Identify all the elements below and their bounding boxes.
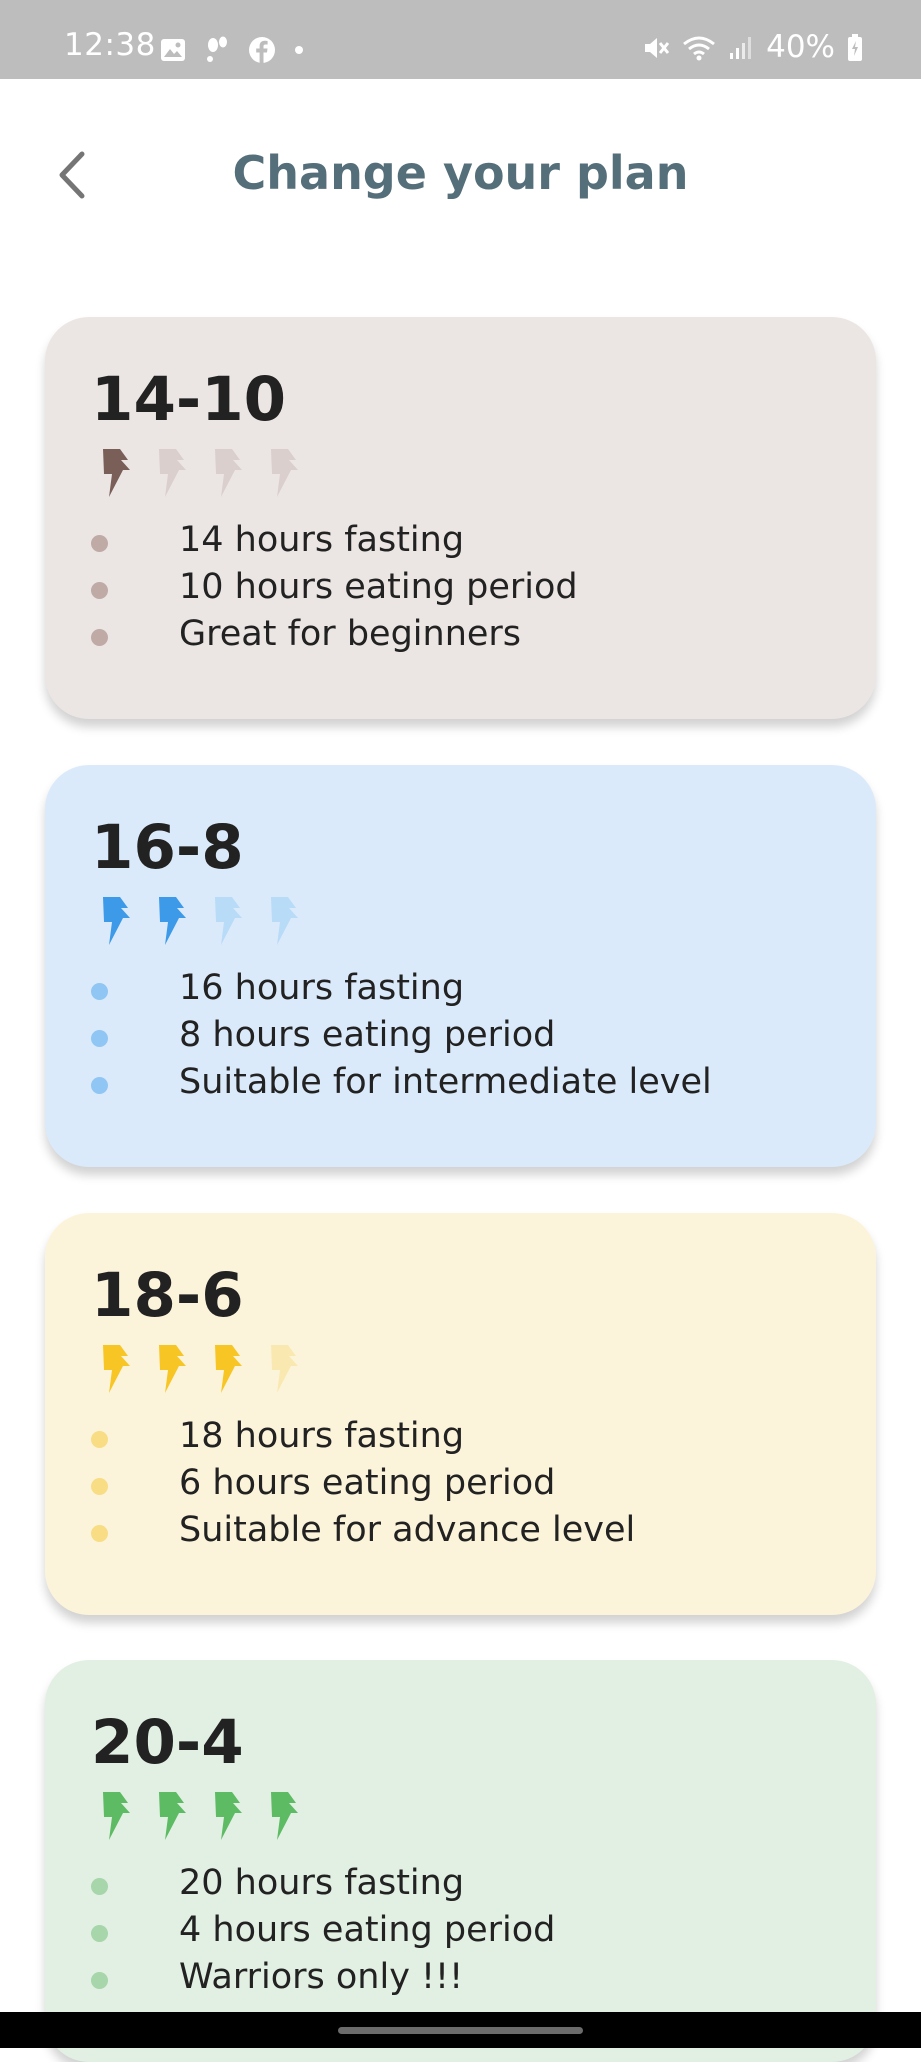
lightning-bolt-icon: [271, 1345, 298, 1393]
intensity-rating: [101, 897, 301, 945]
bullet-dot: [91, 1478, 108, 1495]
feature-list: 14 hours fasting 10 hours eating period …: [91, 517, 578, 658]
plan-card-18-6[interactable]: 18-6 18 hours fasting 6 hours eating per…: [45, 1213, 876, 1615]
feature-text: Warriors only !!!: [179, 1957, 464, 1997]
status-notification-icons: [160, 36, 304, 64]
lightning-bolt-icon: [215, 1792, 242, 1840]
feature-text: 20 hours fasting: [179, 1863, 465, 1903]
battery-icon: [848, 33, 862, 61]
lightning-bolt-icon: [103, 449, 130, 497]
feature-text: 16 hours fasting: [179, 968, 465, 1008]
feature-text: Great for beginners: [179, 614, 522, 654]
plan-card-14-10[interactable]: 14-10 14 hours fasting 10 hours eating p…: [45, 317, 876, 719]
bullet-dot: [91, 983, 108, 1000]
home-indicator[interactable]: [338, 2027, 583, 2034]
facebook-icon: [249, 37, 275, 63]
bullet-dot: [91, 1431, 108, 1448]
plan-name: 14-10: [91, 364, 287, 435]
plan-name: 16-8: [91, 812, 244, 883]
feature-list: 16 hours fasting 8 hours eating period S…: [91, 965, 712, 1106]
mute-icon: [645, 37, 670, 58]
plan-name: 20-4: [91, 1707, 244, 1778]
lightning-bolt-icon: [103, 1792, 130, 1840]
lightning-bolt-icon: [215, 897, 242, 945]
status-system-icons: 40%: [642, 32, 863, 63]
feature-item: 8 hours eating period: [91, 1012, 712, 1059]
page-title: Change your plan: [232, 146, 689, 200]
wifi-icon: [683, 36, 716, 60]
fitness-icon: [207, 36, 227, 62]
bullet-dot: [91, 1030, 108, 1047]
intensity-rating: [101, 1792, 301, 1840]
lightning-bolt-icon: [271, 1792, 298, 1840]
feature-item: Suitable for advance level: [91, 1507, 635, 1554]
lightning-bolt-icon: [159, 1345, 186, 1393]
bullet-dot: [91, 582, 108, 599]
intensity-rating: [101, 1345, 301, 1393]
feature-item: 18 hours fasting: [91, 1413, 635, 1460]
battery-percentage: 40%: [766, 29, 835, 65]
feature-text: Suitable for advance level: [179, 1510, 636, 1550]
feature-item: Great for beginners: [91, 611, 578, 658]
feature-text: 18 hours fasting: [179, 1416, 465, 1456]
feature-item: Warriors only !!!: [91, 1954, 555, 2001]
lightning-bolt-icon: [103, 897, 130, 945]
feature-item: 10 hours eating period: [91, 564, 578, 611]
feature-list: 20 hours fasting 4 hours eating period W…: [91, 1860, 555, 2001]
status-bar: 12:38 40%: [0, 0, 921, 79]
lightning-bolt-icon: [159, 897, 186, 945]
bullet-dot: [91, 535, 108, 552]
plan-card-16-8[interactable]: 16-8 16 hours fasting 8 hours eating per…: [45, 765, 876, 1167]
feature-item: 20 hours fasting: [91, 1860, 555, 1907]
bullet-dot: [91, 1972, 108, 1989]
lightning-bolt-icon: [215, 1345, 242, 1393]
status-time: 12:38: [64, 27, 156, 63]
lightning-bolt-icon: [159, 449, 186, 497]
bullet-dot: [91, 629, 108, 646]
feature-text: 6 hours eating period: [179, 1463, 556, 1503]
lightning-bolt-icon: [159, 1792, 186, 1840]
lightning-bolt-icon: [215, 449, 242, 497]
bullet-dot: [91, 1525, 108, 1542]
dot-icon: [295, 46, 303, 54]
feature-text: 10 hours eating period: [179, 567, 578, 607]
plan-name: 18-6: [91, 1260, 244, 1331]
signal-icon: [730, 36, 752, 59]
feature-text: Suitable for intermediate level: [179, 1062, 712, 1102]
lightning-bolt-icon: [271, 897, 298, 945]
intensity-rating: [101, 449, 301, 497]
gallery-icon: [161, 39, 185, 61]
feature-item: 16 hours fasting: [91, 965, 712, 1012]
feature-item: Suitable for intermediate level: [91, 1059, 712, 1106]
lightning-bolt-icon: [271, 449, 298, 497]
bullet-dot: [91, 1925, 108, 1942]
feature-list: 18 hours fasting 6 hours eating period S…: [91, 1413, 635, 1554]
plan-card-20-4[interactable]: 20-4 20 hours fasting 4 hours eating per…: [45, 1660, 876, 2062]
feature-item: 14 hours fasting: [91, 517, 578, 564]
feature-text: 14 hours fasting: [179, 520, 465, 560]
lightning-bolt-icon: [103, 1345, 130, 1393]
feature-item: 4 hours eating period: [91, 1907, 555, 1954]
feature-text: 8 hours eating period: [179, 1015, 556, 1055]
bullet-dot: [91, 1077, 108, 1094]
feature-text: 4 hours eating period: [179, 1910, 556, 1950]
feature-item: 6 hours eating period: [91, 1460, 635, 1507]
bullet-dot: [91, 1878, 108, 1895]
